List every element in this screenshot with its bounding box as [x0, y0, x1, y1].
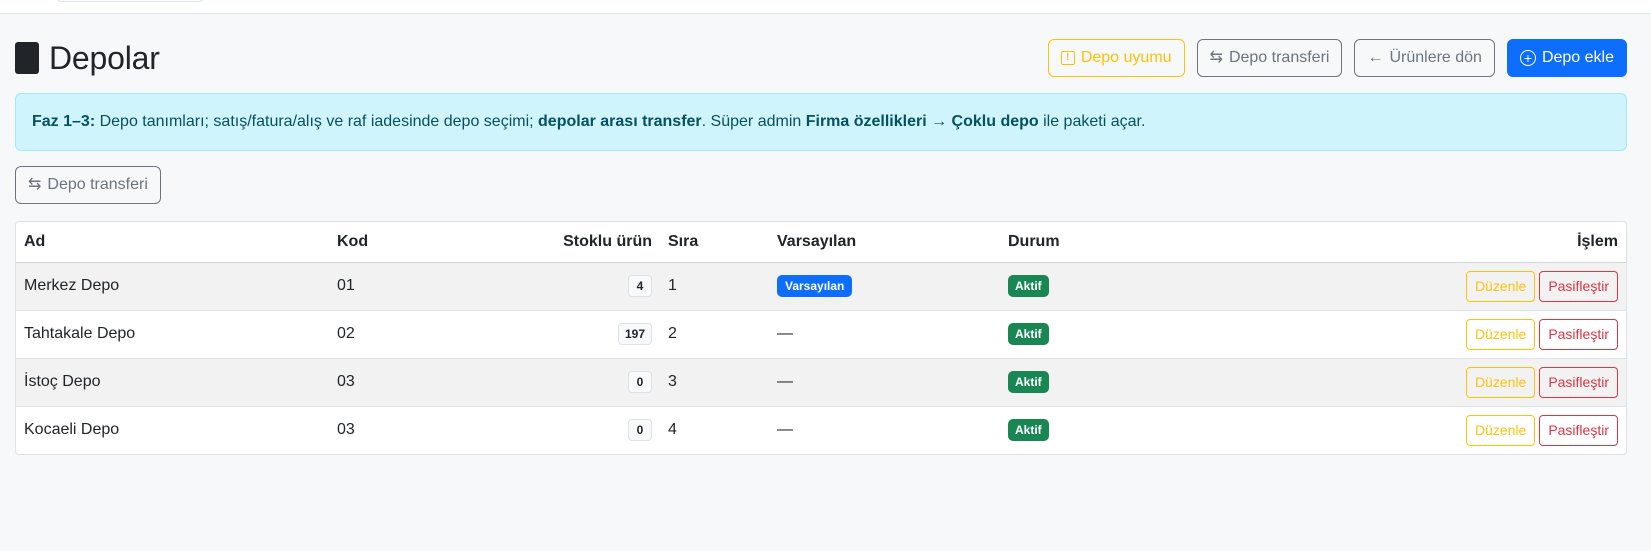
cell-order: 4 — [660, 406, 769, 454]
stock-count-badge: 0 — [628, 419, 652, 442]
depo-transferi-button[interactable]: ⇆ Depo transferi — [15, 166, 161, 204]
column-header-code: Kod — [329, 222, 463, 263]
cell-default: — — [769, 406, 1000, 454]
cell-code: 03 — [329, 406, 463, 454]
deactivate-button[interactable]: Pasifleştir — [1539, 414, 1618, 446]
title-group: Depolar — [15, 40, 160, 77]
column-header-default: Varsayılan — [769, 222, 1000, 263]
info-alert: Faz 1–3: Depo tanımları; satış/fatura/al… — [15, 93, 1627, 151]
page-header: Depolar ! Depo uyumu ⇆ Depo transferi ← … — [15, 31, 1627, 85]
status-badge: Aktif — [1008, 275, 1049, 297]
depo-ekle-button[interactable]: + Depo ekle — [1506, 39, 1627, 77]
column-header-order: Sıra — [660, 222, 769, 263]
cell-code: 01 — [329, 262, 463, 311]
table-row: Merkez Depo 01 4 1 Varsayılan Aktif Düze… — [16, 262, 1626, 311]
depo-transferi-header-label: Depo transferi — [1228, 49, 1330, 66]
column-header-status: Durum — [1000, 222, 1200, 263]
stock-count-badge: 197 — [617, 323, 652, 345]
cell-default: Varsayılan — [769, 262, 1000, 311]
default-badge: Varsayılan — [777, 275, 853, 297]
deactivate-button[interactable]: Pasifleştir — [1539, 366, 1618, 398]
cell-stock: 0 — [463, 358, 660, 407]
alert-phase: Faz 1–3: — [32, 113, 96, 130]
cell-actions: Düzenle Pasifleştir — [1200, 406, 1626, 454]
cell-code: 03 — [329, 358, 463, 407]
depo-ekle-label: Depo ekle — [1541, 49, 1614, 66]
alert-text-3: ile paketi açar. — [1038, 113, 1146, 130]
alert-text-2: . Süper admin — [701, 113, 806, 130]
column-header-action: İşlem — [1200, 222, 1626, 263]
top-navbar — [0, 0, 1651, 14]
depo-transferi-label: Depo transferi — [47, 176, 148, 193]
table-row: İstoç Depo 03 0 3 — Aktif Düzenle Pasifl… — [16, 358, 1626, 407]
cell-stock: 197 — [463, 310, 660, 359]
edit-button[interactable]: Düzenle — [1465, 366, 1536, 398]
cell-name: Kocaeli Depo — [16, 406, 329, 454]
cell-actions: Düzenle Pasifleştir — [1200, 262, 1626, 311]
edit-button[interactable]: Düzenle — [1465, 270, 1536, 302]
edit-button[interactable]: Düzenle — [1465, 414, 1536, 446]
cell-order: 2 — [660, 310, 769, 359]
cell-default: — — [769, 310, 1000, 359]
status-badge: Aktif — [1008, 371, 1049, 393]
status-badge: Aktif — [1008, 419, 1049, 442]
edit-button[interactable]: Düzenle — [1465, 318, 1536, 350]
cell-status: Aktif — [1000, 406, 1200, 454]
alert-bold-1: depolar arası transfer — [538, 113, 702, 130]
arrows-left-right-icon: ⇆ — [1209, 49, 1223, 66]
cell-status: Aktif — [1000, 310, 1200, 359]
cell-status: Aktif — [1000, 358, 1200, 407]
column-header-name: Ad — [16, 222, 329, 263]
stock-count-badge: 4 — [628, 275, 652, 297]
cell-stock: 0 — [463, 406, 660, 454]
deactivate-button[interactable]: Pasifleştir — [1539, 318, 1618, 350]
table-row: Kocaeli Depo 03 0 4 — Aktif Düzenle Pasi… — [16, 406, 1626, 454]
alert-text: Faz 1–3: Depo tanımları; satış/fatura/al… — [32, 113, 1145, 131]
plus-circle-icon: + — [1519, 50, 1536, 66]
depo-uyumu-label: Depo uyumu — [1080, 49, 1172, 66]
cell-actions: Düzenle Pasifleştir — [1200, 310, 1626, 359]
stock-count-badge: 0 — [628, 371, 652, 393]
arrow-left-icon: ← — [1367, 49, 1384, 66]
cell-actions: Düzenle Pasifleştir — [1200, 358, 1626, 407]
arrows-left-right-icon: ⇆ — [28, 176, 42, 193]
deactivate-button[interactable]: Pasifleştir — [1539, 270, 1618, 302]
table-row: Tahtakale Depo 02 197 2 — Aktif Düzenle … — [16, 310, 1626, 359]
cell-stock: 4 — [463, 262, 660, 311]
alert-bold-2: Firma özellikleri → Çoklu depo — [805, 113, 1039, 130]
table-header-row: Ad Kod Stoklu ürün Sıra Varsayılan Durum… — [16, 222, 1626, 263]
exclamation-square-icon: ! — [1060, 51, 1075, 65]
page-title: Depolar — [49, 39, 160, 76]
cell-order: 3 — [660, 358, 769, 407]
cell-order: 1 — [660, 262, 769, 311]
transfer-row: ⇆ Depo transferi — [15, 166, 161, 204]
urunlere-don-label: Ürünlere dön — [1389, 49, 1482, 66]
navbar-tab-edge — [56, 0, 204, 2]
cell-name: İstoç Depo — [16, 358, 329, 407]
cell-default: — — [769, 358, 1000, 407]
cell-status: Aktif — [1000, 262, 1200, 311]
cell-name: Merkez Depo — [16, 262, 329, 311]
column-header-stock: Stoklu ürün — [463, 222, 660, 263]
depo-transferi-header-button[interactable]: ⇆ Depo transferi — [1196, 39, 1343, 77]
cell-code: 02 — [329, 310, 463, 359]
status-badge: Aktif — [1008, 323, 1049, 345]
depo-uyumu-button[interactable]: ! Depo uyumu — [1047, 39, 1185, 77]
urunlere-don-button[interactable]: ← Ürünlere dön — [1354, 39, 1495, 77]
alert-text-1: Depo tanımları; satış/fatura/alış ve raf… — [95, 113, 539, 130]
warehouses-table: Ad Kod Stoklu ürün Sıra Varsayılan Durum… — [15, 221, 1627, 455]
header-actions: ! Depo uyumu ⇆ Depo transferi ← Ürünlere… — [1047, 39, 1627, 77]
cell-name: Tahtakale Depo — [16, 310, 329, 359]
warehouse-icon — [15, 42, 39, 74]
